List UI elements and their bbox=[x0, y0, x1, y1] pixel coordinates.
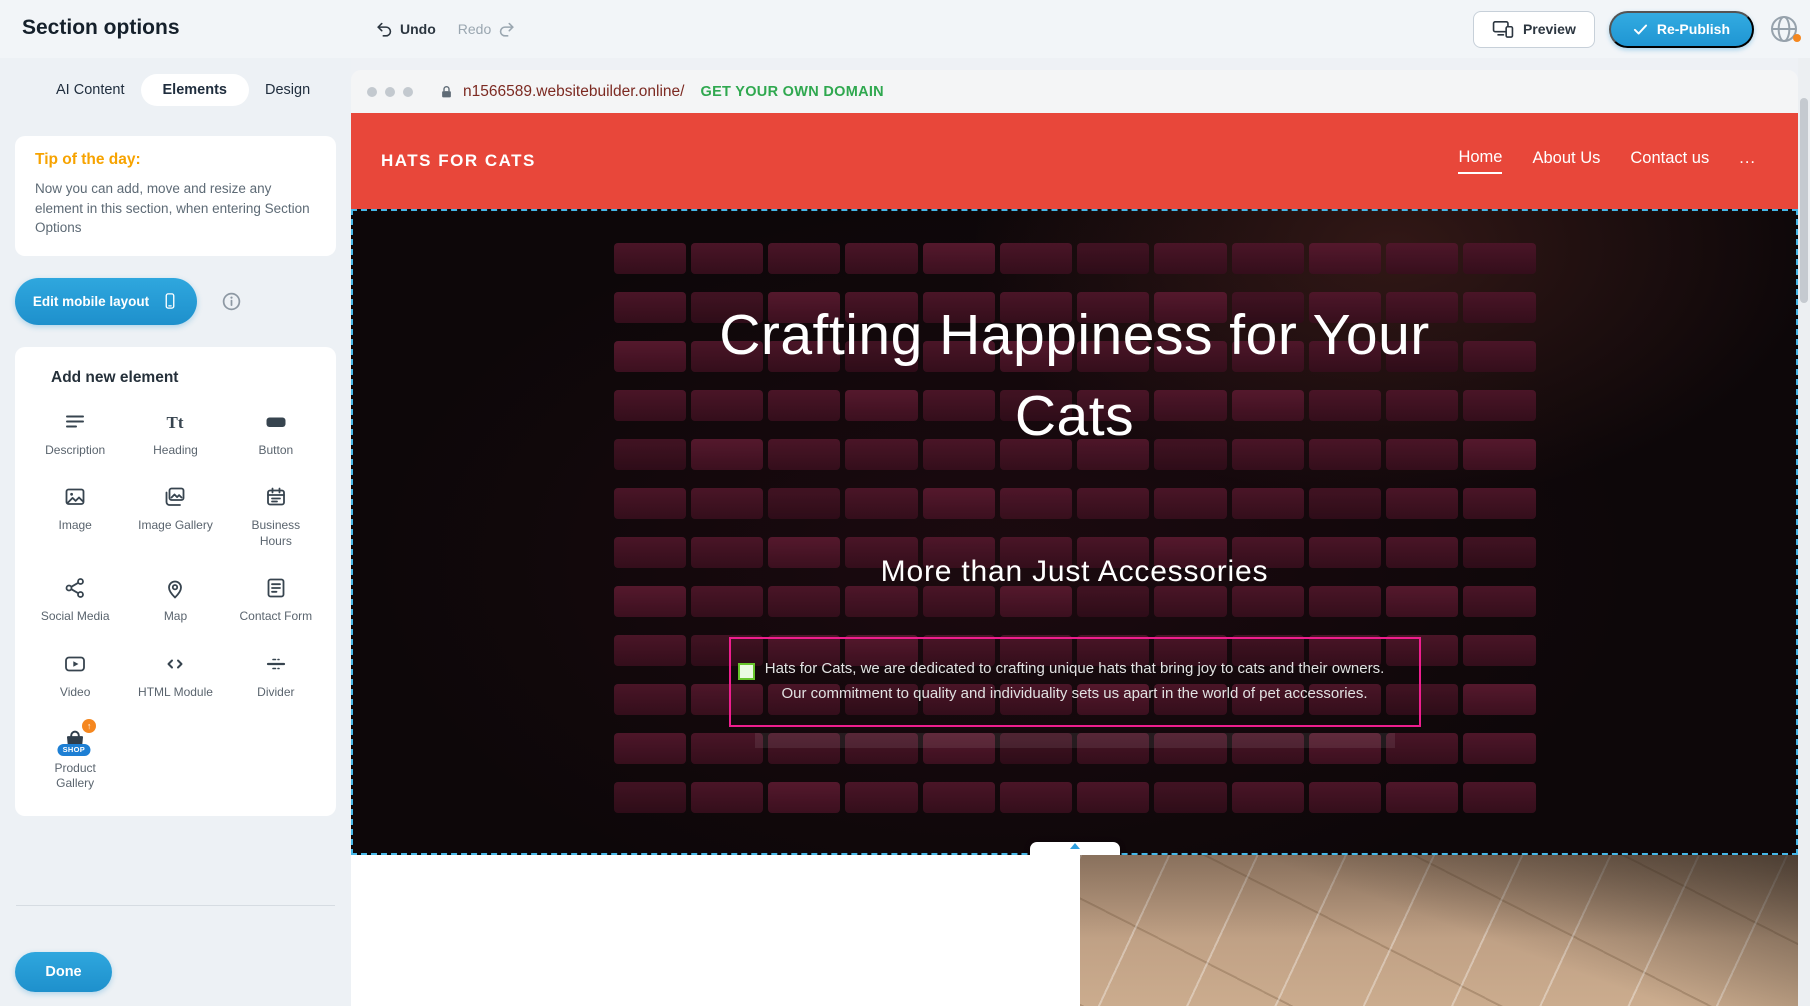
add-element-description[interactable]: Description bbox=[25, 407, 125, 459]
divider-icon bbox=[264, 649, 288, 679]
svg-text:Tt: Tt bbox=[167, 413, 184, 432]
drag-ghost-bar bbox=[755, 733, 1395, 748]
add-element-contact-form[interactable]: Contact Form bbox=[226, 573, 326, 625]
button-icon bbox=[264, 407, 288, 437]
republish-button[interactable]: Re-Publish bbox=[1609, 11, 1754, 48]
resize-dashed-line bbox=[1039, 855, 1111, 856]
done-button[interactable]: Done bbox=[15, 952, 112, 992]
section-options-sidebar: AI Content Elements Design Tip of the da… bbox=[0, 58, 351, 1006]
preview-devices-icon bbox=[1492, 20, 1514, 38]
scrollbar-thumb[interactable] bbox=[1800, 98, 1808, 303]
lock-icon bbox=[439, 84, 454, 100]
add-element-heading[interactable]: Tt Heading bbox=[125, 407, 225, 459]
notification-dot bbox=[1793, 34, 1801, 42]
section-resize-handle[interactable] bbox=[1030, 842, 1120, 855]
redo-label: Redo bbox=[458, 21, 491, 37]
selected-text-element[interactable]: Hats for Cats, we are dedicated to craft… bbox=[729, 637, 1421, 727]
social-media-icon bbox=[63, 573, 87, 603]
tip-of-the-day-card: Tip of the day: Now you can add, move an… bbox=[15, 136, 336, 256]
hero-heading[interactable]: Crafting Happiness for Your Cats bbox=[715, 295, 1435, 457]
image-icon bbox=[63, 482, 87, 512]
resize-arrow-up-icon bbox=[1070, 843, 1080, 849]
undo-button[interactable]: Undo bbox=[375, 20, 436, 39]
shop-badge: SHOP bbox=[58, 744, 90, 756]
phone-icon bbox=[161, 291, 179, 311]
next-section-floor-image bbox=[1080, 855, 1798, 1006]
nav-item-about-us[interactable]: About Us bbox=[1532, 149, 1600, 173]
site-url[interactable]: n1566589.websitebuilder.online/ bbox=[463, 83, 684, 101]
site-logo[interactable]: Hats for Cats bbox=[381, 151, 536, 171]
topbar-actions: Preview Re-Publish bbox=[1473, 0, 1800, 58]
business-hours-icon bbox=[264, 482, 288, 512]
add-element-social-media[interactable]: Social Media bbox=[25, 573, 125, 625]
hero-subheading[interactable]: More than Just Accessories bbox=[351, 555, 1798, 589]
editor-canvas: n1566589.websitebuilder.online/ GET YOUR… bbox=[351, 58, 1798, 1006]
add-element-product-gallery[interactable]: SHOP ↑ Product Gallery bbox=[25, 725, 125, 792]
page-title: Section options bbox=[22, 16, 180, 40]
undo-icon bbox=[375, 20, 394, 39]
mobile-layout-row: Edit mobile layout bbox=[15, 278, 336, 325]
nav-item-contact-us[interactable]: Contact us bbox=[1630, 149, 1709, 173]
undo-redo-group: Undo Redo bbox=[375, 0, 516, 58]
tab-elements[interactable]: Elements bbox=[141, 74, 249, 106]
preview-label: Preview bbox=[1523, 21, 1576, 37]
element-drag-handle[interactable] bbox=[738, 663, 755, 680]
language-globe-button[interactable] bbox=[1768, 13, 1800, 45]
edit-mobile-layout-label: Edit mobile layout bbox=[33, 294, 149, 309]
add-element-divider[interactable]: Divider bbox=[226, 649, 326, 701]
add-element-image[interactable]: Image bbox=[25, 482, 125, 549]
add-element-image-gallery[interactable]: Image Gallery bbox=[125, 482, 225, 549]
add-new-element-title: Add new element bbox=[51, 369, 326, 387]
next-section-preview[interactable] bbox=[351, 855, 1798, 1006]
tip-title: Tip of the day: bbox=[35, 151, 318, 169]
product-gallery-icon: SHOP ↑ bbox=[62, 725, 88, 755]
map-icon bbox=[163, 573, 187, 603]
hero-description[interactable]: Hats for Cats, we are dedicated to craft… bbox=[751, 657, 1399, 707]
page-scrollbar[interactable] bbox=[1798, 58, 1810, 1006]
redo-icon bbox=[497, 20, 516, 39]
description-icon bbox=[63, 407, 87, 437]
add-element-business-hours[interactable]: Business Hours bbox=[226, 482, 326, 549]
site-preview: Hats for Cats Home About Us Contact us .… bbox=[351, 113, 1798, 1006]
sidebar-divider bbox=[16, 905, 335, 906]
add-element-html-module[interactable]: HTML Module bbox=[125, 649, 225, 701]
preview-button[interactable]: Preview bbox=[1473, 11, 1595, 48]
sidebar-tabs: AI Content Elements Design bbox=[40, 74, 317, 106]
site-header: Hats for Cats Home About Us Contact us .… bbox=[351, 113, 1798, 209]
check-icon bbox=[1633, 23, 1648, 36]
info-icon[interactable] bbox=[221, 291, 242, 312]
nav-item-home[interactable]: Home bbox=[1458, 148, 1502, 174]
video-icon bbox=[63, 649, 87, 679]
add-element-video[interactable]: Video bbox=[25, 649, 125, 701]
next-section-white-area bbox=[351, 855, 1080, 1006]
edit-mobile-layout-button[interactable]: Edit mobile layout bbox=[15, 278, 197, 325]
hero-section[interactable]: Crafting Happiness for Your Cats More th… bbox=[351, 209, 1798, 855]
image-gallery-icon bbox=[163, 482, 187, 512]
republish-label: Re-Publish bbox=[1657, 21, 1730, 37]
heading-icon: Tt bbox=[162, 407, 188, 437]
element-grid: Description Tt Heading Button Image bbox=[25, 407, 326, 792]
tip-body: Now you can add, move and resize any ele… bbox=[35, 179, 318, 238]
tab-design[interactable]: Design bbox=[249, 74, 326, 106]
html-module-icon bbox=[163, 649, 187, 679]
site-nav: Home About Us Contact us ... bbox=[1458, 148, 1756, 174]
redo-button[interactable]: Redo bbox=[458, 20, 516, 39]
browser-chrome-bar: n1566589.websitebuilder.online/ GET YOUR… bbox=[351, 70, 1798, 113]
add-element-button[interactable]: Button bbox=[226, 407, 326, 459]
upgrade-badge-icon: ↑ bbox=[82, 719, 96, 733]
tab-ai-content[interactable]: AI Content bbox=[40, 74, 141, 106]
app-topbar: Section options Undo Redo Preview Re-P bbox=[0, 0, 1810, 58]
contact-form-icon bbox=[264, 573, 288, 603]
add-new-element-panel: Add new element Description Tt Heading B… bbox=[15, 347, 336, 816]
add-element-map[interactable]: Map bbox=[125, 573, 225, 625]
undo-label: Undo bbox=[400, 21, 436, 37]
window-dots bbox=[367, 87, 413, 97]
get-your-own-domain-link[interactable]: GET YOUR OWN DOMAIN bbox=[700, 84, 883, 100]
nav-more-button[interactable]: ... bbox=[1739, 149, 1756, 173]
